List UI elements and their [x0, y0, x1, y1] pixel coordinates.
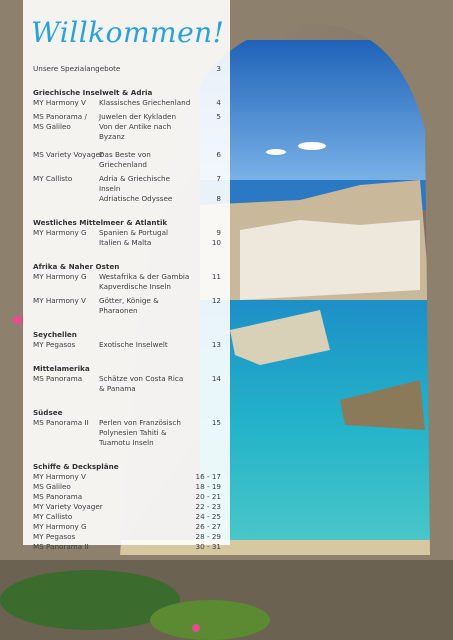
- toc-page: 6: [216, 150, 221, 159]
- section-heading: Afrika & Naher Osten: [33, 262, 120, 271]
- plan-ship: MY Harmony G: [33, 522, 87, 531]
- plan-row[interactable]: MY Variety Voyager 22 - 23: [33, 502, 221, 512]
- toc-row[interactable]: MS Galileo Von der Antike nach Byzanz: [33, 122, 221, 142]
- plan-ship: MS Panorama: [33, 492, 83, 501]
- toc-row[interactable]: Adriatische Odyssee 8: [33, 194, 221, 204]
- plan-page: 22 - 23: [195, 502, 221, 511]
- toc-desc: Italien & Malta: [99, 238, 152, 247]
- toc-page: 15: [211, 418, 221, 427]
- plan-row[interactable]: MY Harmony V 16 - 17: [33, 472, 221, 482]
- toc-row[interactable]: MS Panorama Schätze von Costa Rica & Pana…: [33, 374, 221, 394]
- toc-page: 5: [216, 112, 221, 121]
- toc-row[interactable]: MY Harmony G Spanien & Portugal 9: [33, 228, 221, 238]
- toc-ship: MS Panorama /: [33, 112, 87, 121]
- toc-page: 3: [216, 64, 221, 73]
- toc-ship: MY Harmony G: [33, 272, 87, 281]
- page-title: Willkommen!: [31, 16, 225, 49]
- toc-page: 12: [211, 296, 221, 305]
- plan-ship: MS Panorama II: [33, 542, 89, 551]
- toc-desc: Perlen von Französisch Polynesien Tahiti…: [99, 418, 181, 447]
- toc-page: 13: [211, 340, 221, 349]
- toc-desc: Spanien & Portugal: [99, 228, 169, 237]
- toc-row[interactable]: MS Panorama / Juwelen der Kykladen 5: [33, 112, 221, 122]
- toc-ship: MS Galileo: [33, 122, 71, 131]
- toc-desc: Juwelen der Kykladen: [99, 112, 177, 121]
- plan-page: 30 - 31: [195, 542, 221, 551]
- toc-desc: Adria & Griechische Inseln: [99, 174, 171, 193]
- plan-ship: MY Harmony V: [33, 472, 86, 481]
- plan-row[interactable]: MS Galileo 18 - 19: [33, 482, 221, 492]
- plan-row[interactable]: MY Callisto 24 - 25: [33, 512, 221, 522]
- toc-ship: MS Variety Voyager: [33, 150, 103, 159]
- section-heading: Griechische Inselwelt & Adria: [33, 88, 153, 97]
- toc-row[interactable]: MY Harmony V Götter, Könige & Pharaonen 12: [33, 296, 221, 316]
- toc-row[interactable]: MY Callisto Adria & Griechische Inseln 7: [33, 174, 221, 194]
- toc-ship: MY Pegasos: [33, 340, 76, 349]
- toc-page: 10: [211, 238, 221, 247]
- toc-ship: MY Harmony V: [33, 98, 86, 107]
- toc-desc: Westafrika & der Gambia Kapverdische Ins…: [99, 272, 190, 291]
- toc-ship: MS Panorama II: [33, 418, 89, 427]
- plan-page: 28 - 29: [195, 532, 221, 541]
- toc-row[interactable]: MY Harmony V Klassisches Griechenland 4: [33, 98, 221, 108]
- toc-row[interactable]: MY Harmony G Westafrika & der Gambia Kapv…: [33, 272, 221, 292]
- table-of-contents: Unsere Spezialangebote 3 Griechische Ins…: [33, 64, 221, 552]
- toc-desc: Adriatische Odyssee: [99, 194, 173, 203]
- plan-ship: MY Callisto: [33, 512, 73, 521]
- toc-page: 7: [216, 174, 221, 183]
- section-heading: Westliches Mittelmeer & Atlantik: [33, 218, 168, 227]
- toc-ship: MY Harmony V: [33, 296, 86, 305]
- toc-row[interactable]: MS Variety Voyager Das Beste von Griechen…: [33, 150, 221, 170]
- toc-page: 4: [216, 98, 221, 107]
- toc-page: 14: [211, 374, 221, 383]
- plan-ship: MY Variety Voyager: [33, 502, 103, 511]
- toc-desc: Das Beste von Griechenland: [99, 150, 151, 169]
- toc-page: 9: [216, 228, 221, 237]
- section-heading: Südsee: [33, 408, 63, 417]
- plan-ship: MY Pegasos: [33, 532, 76, 541]
- toc-ship: MS Panorama: [33, 374, 83, 383]
- toc-row[interactable]: MS Panorama II Perlen von Französisch Pol…: [33, 418, 221, 448]
- toc-page: 8: [216, 194, 221, 203]
- plan-row[interactable]: MS Panorama II 30 - 31: [33, 542, 221, 552]
- plan-page: 26 - 27: [195, 522, 221, 531]
- section-heading: Mittelamerika: [33, 364, 90, 373]
- toc-desc: Götter, Könige & Pharaonen: [99, 296, 159, 315]
- plan-row[interactable]: MY Pegasos 28 - 29: [33, 532, 221, 542]
- toc-page: 11: [211, 272, 221, 281]
- section-heading: Schiffe & Deckspläne: [33, 462, 119, 471]
- toc-desc: Von der Antike nach Byzanz: [99, 122, 172, 141]
- section-heading: Seychellen: [33, 330, 77, 339]
- plan-page: 16 - 17: [195, 472, 221, 481]
- table-of-contents-panel: Willkommen! Unsere Spezialangebote 3 Gri…: [23, 0, 230, 551]
- toc-row[interactable]: Unsere Spezialangebote 3: [33, 64, 221, 74]
- toc-desc: Klassisches Griechenland: [99, 98, 191, 107]
- plan-page: 20 - 21: [195, 492, 221, 501]
- toc-ship: MY Harmony G: [33, 228, 87, 237]
- toc-desc: Schätze von Costa Rica & Panama: [99, 374, 184, 393]
- plan-page: 24 - 25: [195, 512, 221, 521]
- plan-row[interactable]: MY Harmony G 26 - 27: [33, 522, 221, 532]
- toc-desc: Exotische Inselwelt: [99, 340, 168, 349]
- plan-page: 18 - 19: [195, 482, 221, 491]
- toc-label: Unsere Spezialangebote: [33, 64, 121, 73]
- plan-ship: MS Galileo: [33, 482, 71, 491]
- toc-ship: MY Callisto: [33, 174, 73, 183]
- toc-row[interactable]: MY Pegasos Exotische Inselwelt 13: [33, 340, 221, 350]
- toc-row[interactable]: Italien & Malta 10: [33, 238, 221, 248]
- plan-row[interactable]: MS Panorama 20 - 21: [33, 492, 221, 502]
